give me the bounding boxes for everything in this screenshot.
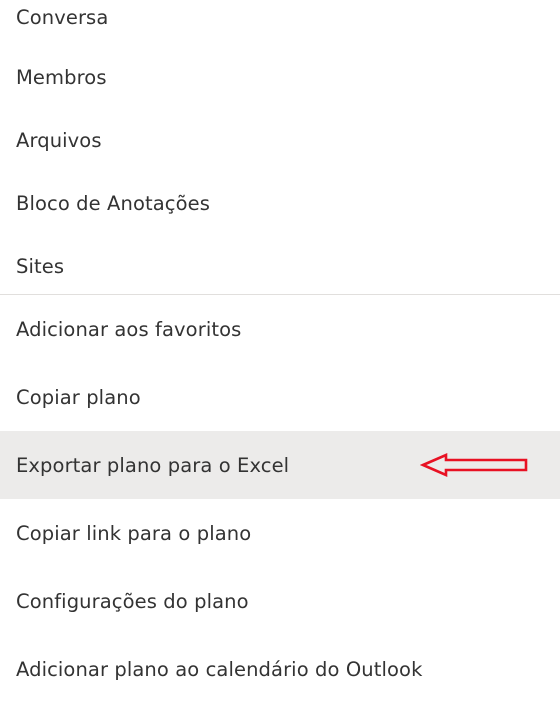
menu-item-label: Conversa [16, 6, 109, 29]
menu-item-label: Membros [16, 65, 107, 89]
menu-item-label: Adicionar plano ao calendário do Outlook [16, 657, 423, 681]
menu-item-label: Arquivos [16, 128, 102, 152]
menu-item-adicionar-plano-ao-calendario-outlook[interactable]: Adicionar plano ao calendário do Outlook [0, 635, 560, 703]
menu-item-exportar-plano-para-excel[interactable]: Exportar plano para o Excel [0, 431, 560, 499]
menu-item-label: Copiar link para o plano [16, 521, 252, 545]
menu-item-label: Exportar plano para o Excel [16, 453, 290, 477]
menu-item-label: Sites [16, 254, 65, 278]
menu-item-copiar-plano[interactable]: Copiar plano [0, 363, 560, 431]
menu-item-label: Configurações do plano [16, 589, 249, 613]
menu-item-bloco-de-anotacoes[interactable]: Bloco de Anotações [0, 168, 560, 238]
context-menu: Conversa Membros Arquivos Bloco de Anota… [0, 0, 560, 703]
menu-item-copiar-link-para-o-plano[interactable]: Copiar link para o plano [0, 499, 560, 567]
menu-item-adicionar-aos-favoritos[interactable]: Adicionar aos favoritos [0, 295, 560, 363]
menu-item-label: Adicionar aos favoritos [16, 317, 242, 341]
menu-item-label: Bloco de Anotações [16, 191, 210, 215]
red-arrow-left-icon [420, 453, 528, 477]
menu-item-label: Copiar plano [16, 385, 141, 409]
menu-item-arquivos[interactable]: Arquivos [0, 112, 560, 168]
menu-item-configuracoes-do-plano[interactable]: Configurações do plano [0, 567, 560, 635]
menu-item-membros[interactable]: Membros [0, 42, 560, 112]
menu-item-sites[interactable]: Sites [0, 238, 560, 294]
menu-item-conversa[interactable]: Conversa [0, 0, 560, 42]
